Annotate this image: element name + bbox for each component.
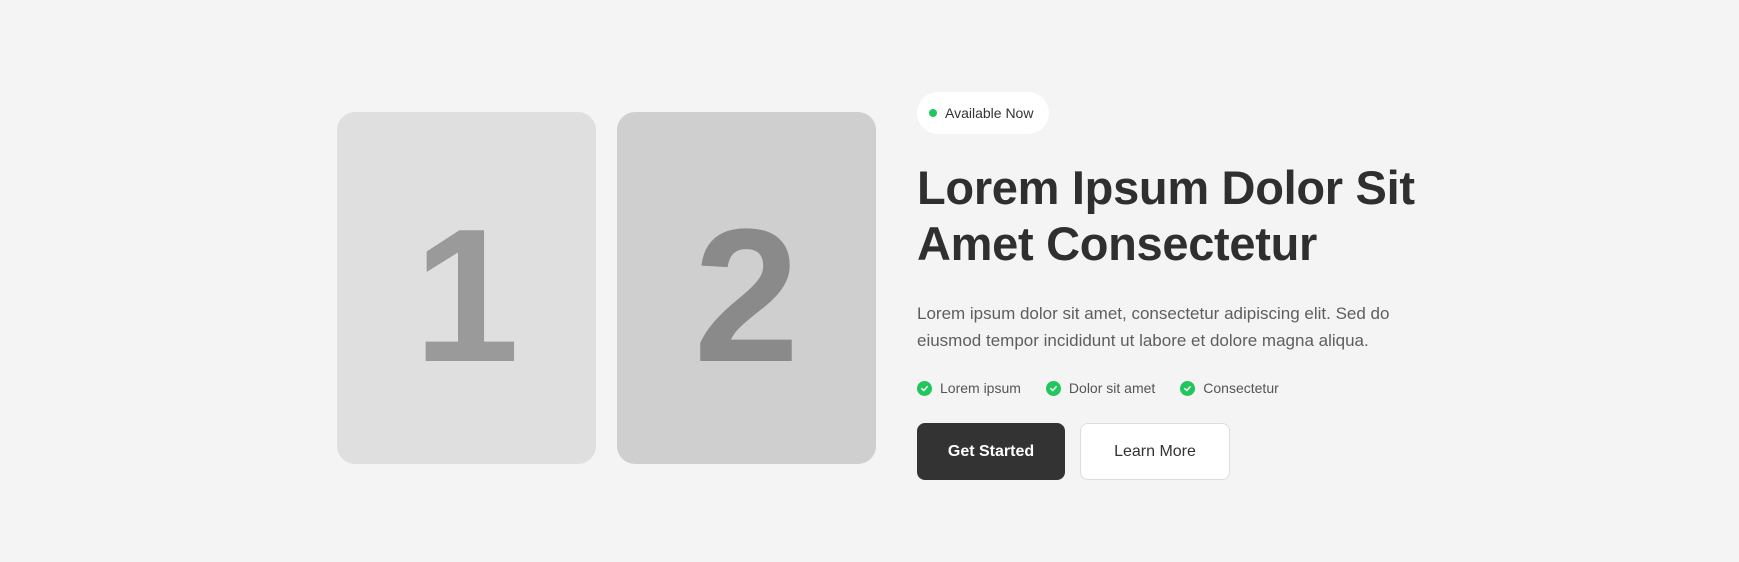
- feature-label: Lorem ipsum: [940, 380, 1021, 396]
- availability-badge: Available Now: [917, 92, 1050, 134]
- page-title: Lorem Ipsum Dolor Sit Amet Consectetur: [917, 160, 1437, 272]
- status-dot-icon: [929, 109, 937, 117]
- check-circle-icon: [1045, 380, 1061, 396]
- card-number-1: 1: [413, 190, 520, 402]
- hero-content: Available Now Lorem Ipsum Dolor Sit Amet…: [917, 92, 1437, 480]
- get-started-button[interactable]: Get Started: [917, 423, 1065, 480]
- hero-section: 1 2 Available Now Lorem Ipsum Dolor Sit …: [0, 0, 1739, 562]
- check-circle-icon: [917, 380, 932, 396]
- hero-actions: Get Started Learn More: [917, 423, 1437, 480]
- check-circle-icon: [1180, 380, 1196, 396]
- badge-label: Available Now: [945, 105, 1034, 121]
- learn-more-button[interactable]: Learn More: [1080, 423, 1230, 480]
- feature-item: Lorem ipsum: [917, 380, 1021, 396]
- feature-item: Consectetur: [1180, 380, 1279, 396]
- image-card-2: 2: [617, 112, 876, 464]
- feature-list: Lorem ipsum Dolor sit amet Consectetur: [917, 380, 1437, 396]
- card-number-2: 2: [693, 190, 800, 402]
- feature-label: Consectetur: [1203, 380, 1279, 396]
- feature-label: Dolor sit amet: [1068, 380, 1156, 396]
- title-line-1: Lorem Ipsum Dolor Sit: [917, 161, 1415, 214]
- title-line-2: Amet Consectetur: [917, 217, 1318, 270]
- feature-item: Dolor sit amet: [1045, 380, 1156, 396]
- hero-description: Lorem ipsum dolor sit amet, consectetur …: [917, 304, 1390, 350]
- image-card-1: 1: [337, 112, 596, 464]
